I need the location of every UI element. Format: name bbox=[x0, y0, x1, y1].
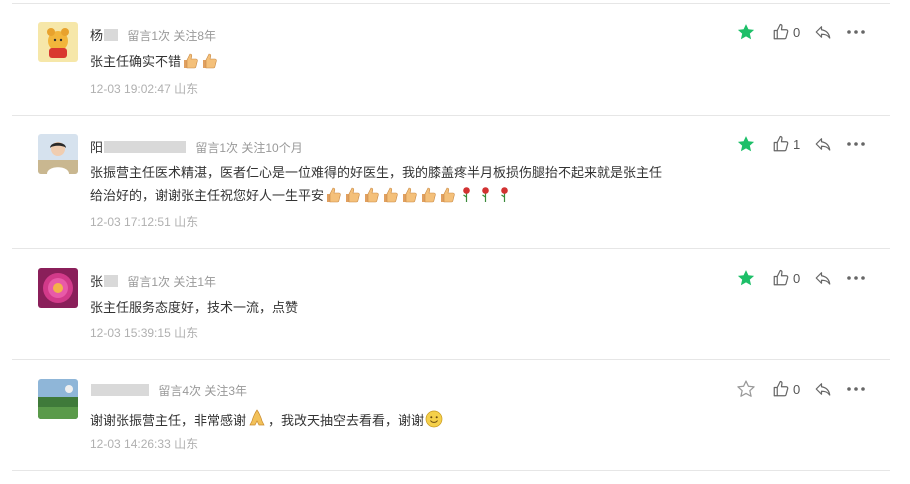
rose-icon bbox=[477, 186, 494, 210]
more-button[interactable] bbox=[846, 379, 866, 399]
thumbs-up-icon bbox=[401, 186, 418, 210]
thumbs-up-icon bbox=[201, 52, 218, 76]
like-count: 0 bbox=[793, 381, 801, 397]
star-button[interactable] bbox=[736, 134, 756, 154]
comment-time: 12-03 14:26:33 山东 bbox=[90, 437, 199, 451]
comment-time: 12-03 17:12:51 山东 bbox=[90, 215, 199, 229]
star-button[interactable] bbox=[736, 268, 756, 288]
comment-text: 张主任确实不错 bbox=[90, 50, 730, 76]
avatar[interactable] bbox=[38, 134, 78, 174]
reply-icon bbox=[815, 138, 831, 151]
thumbs-up-icon bbox=[439, 186, 456, 210]
rose-icon bbox=[496, 186, 513, 210]
comment-meta: 阳 留言1次 关注10个月 bbox=[90, 137, 303, 156]
reply-button[interactable] bbox=[814, 379, 832, 399]
avatar[interactable] bbox=[38, 379, 78, 419]
like-count: 0 bbox=[793, 24, 801, 40]
comment-time: 12-03 15:39:15 山东 bbox=[90, 326, 199, 340]
avatar[interactable] bbox=[38, 268, 78, 308]
star-icon bbox=[737, 380, 755, 397]
comment-meta: 留言4次 关注3年 bbox=[90, 382, 247, 399]
thumbs-up-icon bbox=[773, 23, 789, 40]
smile-icon bbox=[425, 410, 443, 435]
thumbs-up-icon bbox=[773, 380, 789, 397]
divider bbox=[12, 470, 890, 471]
thumbs-up-icon bbox=[325, 186, 342, 210]
comment-text: 谢谢张振营主任，非常感谢 ，我改天抽空去看看，谢谢 bbox=[90, 408, 730, 435]
comment-body: ，我改天抽空去看看，谢谢 bbox=[268, 413, 425, 428]
reply-button[interactable] bbox=[814, 22, 832, 42]
like-button[interactable]: 0 bbox=[772, 268, 800, 288]
username[interactable]: 杨 bbox=[90, 25, 119, 44]
reply-icon bbox=[815, 272, 831, 285]
thumbs-up-icon bbox=[182, 52, 199, 76]
more-button[interactable] bbox=[846, 268, 866, 288]
thumbs-up-icon bbox=[773, 135, 789, 152]
star-button[interactable] bbox=[736, 379, 756, 399]
comment-text: 张振营主任医术精湛，医者仁心是一位难得的好医生，我的膝盖疼半月板损伤腿抬不起来就… bbox=[90, 161, 730, 210]
more-icon bbox=[847, 276, 865, 280]
reply-button[interactable] bbox=[814, 134, 832, 154]
thumbs-up-icon bbox=[382, 186, 399, 210]
divider bbox=[12, 359, 890, 360]
comment-meta: 张 留言1次 关注1年 bbox=[90, 271, 216, 290]
thumbs-up-icon bbox=[420, 186, 437, 210]
reply-icon bbox=[815, 26, 831, 39]
star-icon bbox=[737, 24, 755, 40]
comment-body: 张主任确实不错 bbox=[90, 54, 182, 69]
divider bbox=[12, 248, 890, 249]
comment-meta: 杨 留言1次 关注8年 bbox=[90, 25, 216, 44]
comment-time: 12-03 19:02:47 山东 bbox=[90, 82, 199, 96]
reply-icon bbox=[815, 383, 831, 396]
more-icon bbox=[847, 387, 865, 391]
reply-button[interactable] bbox=[814, 268, 832, 288]
comment-text: 张主任服务态度好，技术一流，点赞 bbox=[90, 296, 730, 319]
comment-body: 谢谢张振营主任，非常感谢 bbox=[90, 413, 247, 428]
user-stats: 留言4次 关注3年 bbox=[158, 384, 248, 398]
like-count: 1 bbox=[793, 136, 801, 152]
more-button[interactable] bbox=[846, 22, 866, 42]
user-stats: 留言1次 关注10个月 bbox=[195, 141, 303, 155]
like-button[interactable]: 0 bbox=[772, 379, 800, 399]
star-button[interactable] bbox=[736, 22, 756, 42]
thumbs-up-icon bbox=[344, 186, 361, 210]
like-button[interactable]: 1 bbox=[772, 134, 800, 154]
divider bbox=[12, 3, 890, 4]
like-count: 0 bbox=[793, 270, 801, 286]
comment-body: 给治好的，谢谢张主任祝您好人一生平安 bbox=[90, 184, 730, 210]
comment-body: 张主任服务态度好，技术一流，点赞 bbox=[90, 300, 299, 315]
thumbs-up-icon bbox=[363, 186, 380, 210]
star-icon bbox=[737, 136, 755, 152]
avatar[interactable] bbox=[38, 22, 78, 62]
user-stats: 留言1次 关注8年 bbox=[127, 29, 217, 43]
rose-icon bbox=[458, 186, 475, 210]
divider bbox=[12, 115, 890, 116]
username[interactable]: 张 bbox=[90, 271, 119, 290]
more-button[interactable] bbox=[846, 134, 866, 154]
user-stats: 留言1次 关注1年 bbox=[127, 275, 217, 289]
more-icon bbox=[847, 142, 865, 146]
thumbs-up-icon bbox=[773, 269, 789, 286]
pray-icon bbox=[247, 408, 267, 435]
username[interactable]: 阳 bbox=[90, 137, 187, 156]
star-icon bbox=[737, 270, 755, 286]
username[interactable] bbox=[90, 383, 149, 398]
more-icon bbox=[847, 30, 865, 34]
like-button[interactable]: 0 bbox=[772, 22, 800, 42]
comment-body: 张振营主任医术精湛，医者仁心是一位难得的好医生，我的膝盖疼半月板损伤腿抬不起来就… bbox=[90, 165, 663, 180]
